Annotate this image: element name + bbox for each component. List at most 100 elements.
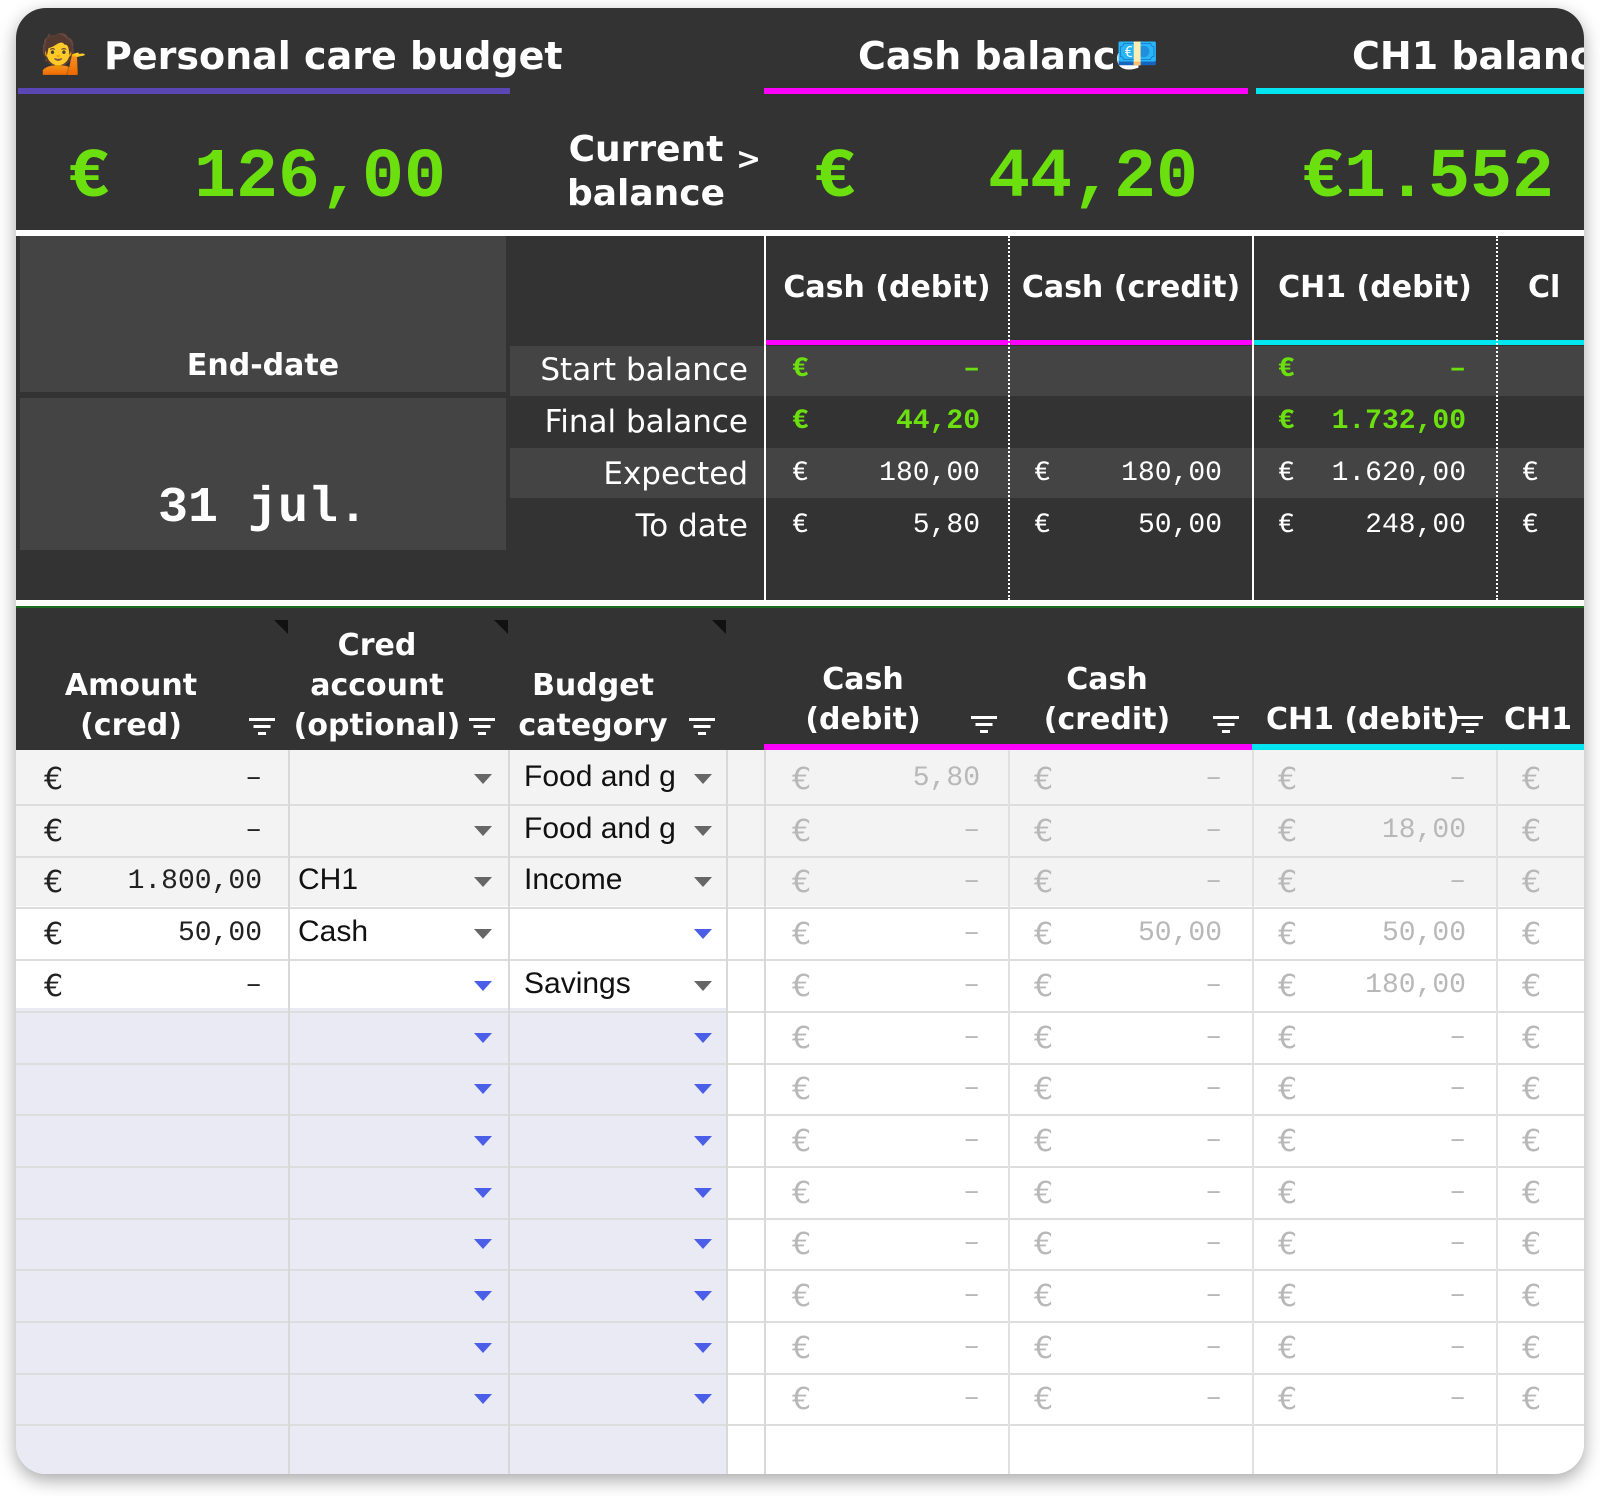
dropdown-arrow-icon[interactable] <box>694 1033 712 1043</box>
filter-icon[interactable] <box>248 716 276 736</box>
euro-symbol: € <box>1278 1279 1298 1314</box>
summary-start-ch1-sym: € <box>1278 354 1295 385</box>
cash-credit-cell: – <box>1205 1125 1222 1156</box>
budget-title: Personal care budget <box>104 34 563 78</box>
dropdown-arrow-icon[interactable] <box>694 1084 712 1094</box>
category-cell[interactable]: Savings <box>524 967 688 1001</box>
euro-symbol: € <box>1522 1279 1542 1314</box>
dropdown-arrow-icon[interactable] <box>474 774 492 784</box>
summary-header-ch1-debit: CH1 (debit) <box>1278 270 1472 305</box>
budget-title-emoji: 💁 <box>40 32 88 76</box>
cash-debit-cell: – <box>963 815 980 846</box>
summary-exp-ch1-sym: € <box>1278 458 1295 489</box>
ch1-debit-cell: – <box>1449 1228 1466 1259</box>
amount-cell[interactable]: – <box>96 815 262 846</box>
euro-symbol: € <box>792 1382 812 1417</box>
filter-icon[interactable] <box>1456 714 1484 734</box>
filter-icon[interactable] <box>970 714 998 734</box>
ch1-balance-title: CH1 balanc <box>1352 34 1584 78</box>
cash-credit-cell: 50,00 <box>1137 918 1222 949</box>
amount-cell[interactable]: – <box>96 970 262 1001</box>
dropdown-arrow-icon[interactable] <box>474 929 492 939</box>
summary-exp-cashcr-val: 180,00 <box>1121 458 1222 489</box>
euro-symbol: € <box>1522 865 1542 900</box>
summary-label-final: Final balance <box>544 404 748 440</box>
ch1-debit-cell: – <box>1449 1177 1466 1208</box>
ch1-debit-cell: 50,00 <box>1381 918 1466 949</box>
dropdown-arrow-icon[interactable] <box>474 1188 492 1198</box>
summary-todate-ch1cr-sym: € <box>1522 510 1539 541</box>
account-cell[interactable]: Cash <box>298 915 458 949</box>
summary-exp-cash-val: 180,00 <box>879 458 980 489</box>
cash-debit-cell: – <box>963 1383 980 1414</box>
dropdown-arrow-icon[interactable] <box>694 1291 712 1301</box>
dropdown-arrow-icon[interactable] <box>474 1084 492 1094</box>
dropdown-arrow-icon[interactable] <box>474 1136 492 1146</box>
dropdown-arrow-icon[interactable] <box>474 1343 492 1353</box>
dropdown-arrow-icon[interactable] <box>694 774 712 784</box>
summary-todate-ch1-val: 248,00 <box>1365 510 1466 541</box>
euro-symbol: € <box>1522 1331 1542 1366</box>
euro-symbol: € <box>1278 917 1298 952</box>
euro-symbol: € <box>1034 1331 1054 1366</box>
category-cell[interactable]: Food and g <box>524 760 688 794</box>
dropdown-arrow-icon[interactable] <box>694 1239 712 1249</box>
summary-todate-cash-sym: € <box>792 510 809 541</box>
summary-label-expected: Expected <box>603 456 748 492</box>
banknote-icon: 💶 <box>1116 34 1159 74</box>
account-cell[interactable]: CH1 <box>298 863 458 897</box>
filter-icon[interactable] <box>688 716 716 736</box>
amount-cell[interactable]: 50,00 <box>96 918 262 949</box>
cash-debit-cell: – <box>963 1280 980 1311</box>
note-corner-icon <box>274 620 288 634</box>
amount-cell[interactable]: 1.800,00 <box>96 866 262 897</box>
filter-icon[interactable] <box>468 716 496 736</box>
euro-symbol: € <box>1034 762 1054 797</box>
summary-final-cash-val: 44,20 <box>895 406 980 437</box>
summary-divider <box>1496 236 1498 600</box>
summary-divider <box>764 236 766 600</box>
euro-symbol: € <box>1034 917 1054 952</box>
dropdown-arrow-icon[interactable] <box>474 826 492 836</box>
dropdown-arrow-icon[interactable] <box>694 1188 712 1198</box>
dropdown-arrow-icon[interactable] <box>694 981 712 991</box>
summary-todate-cash-val: 5,80 <box>912 510 980 541</box>
euro-symbol: € <box>1522 1176 1542 1211</box>
category-cell[interactable]: Food and g <box>524 812 688 846</box>
amount-cell[interactable]: – <box>96 763 262 794</box>
euro-symbol: € <box>1034 969 1054 1004</box>
summary-label-start: Start balance <box>540 352 748 388</box>
sheet: 💁 Personal care budget Cash balance 💶 CH… <box>16 8 1584 1474</box>
euro-symbol: € <box>1522 1072 1542 1107</box>
euro-symbol: € <box>1522 814 1542 849</box>
dropdown-arrow-icon[interactable] <box>474 981 492 991</box>
dropdown-arrow-icon[interactable] <box>694 929 712 939</box>
header-budget-line1: Budget <box>532 668 654 703</box>
dropdown-arrow-icon[interactable] <box>694 1136 712 1146</box>
enddate-value-box[interactable]: 31 jul. <box>20 398 506 550</box>
current-balance-label: Current balance <box>556 128 736 216</box>
dropdown-arrow-icon[interactable] <box>694 1343 712 1353</box>
cash-balance-title: Cash balance <box>858 34 1142 78</box>
euro-symbol: € <box>792 917 812 952</box>
column-divider <box>508 750 510 1474</box>
ch1-balance-value: €1.552 <box>1302 139 1555 218</box>
cash-credit-cell: – <box>1205 1177 1222 1208</box>
dropdown-arrow-icon[interactable] <box>474 877 492 887</box>
dropdown-arrow-icon[interactable] <box>694 1394 712 1404</box>
euro-symbol: € <box>1034 814 1054 849</box>
dropdown-arrow-icon[interactable] <box>474 1239 492 1249</box>
summary-final-ch1-val: 1.732,00 <box>1331 406 1466 437</box>
dropdown-arrow-icon[interactable] <box>474 1033 492 1043</box>
filter-icon[interactable] <box>1212 714 1240 734</box>
amount-currency: € <box>44 969 64 1004</box>
column-divider <box>1008 750 1010 1474</box>
dropdown-arrow-icon[interactable] <box>694 877 712 887</box>
ch1-debit-cell: – <box>1449 1383 1466 1414</box>
summary-cash-underline <box>766 340 1254 345</box>
category-cell[interactable]: Income <box>524 863 688 897</box>
dropdown-arrow-icon[interactable] <box>474 1394 492 1404</box>
dropdown-arrow-icon[interactable] <box>694 826 712 836</box>
header-cred-line2: account <box>310 668 444 703</box>
dropdown-arrow-icon[interactable] <box>474 1291 492 1301</box>
